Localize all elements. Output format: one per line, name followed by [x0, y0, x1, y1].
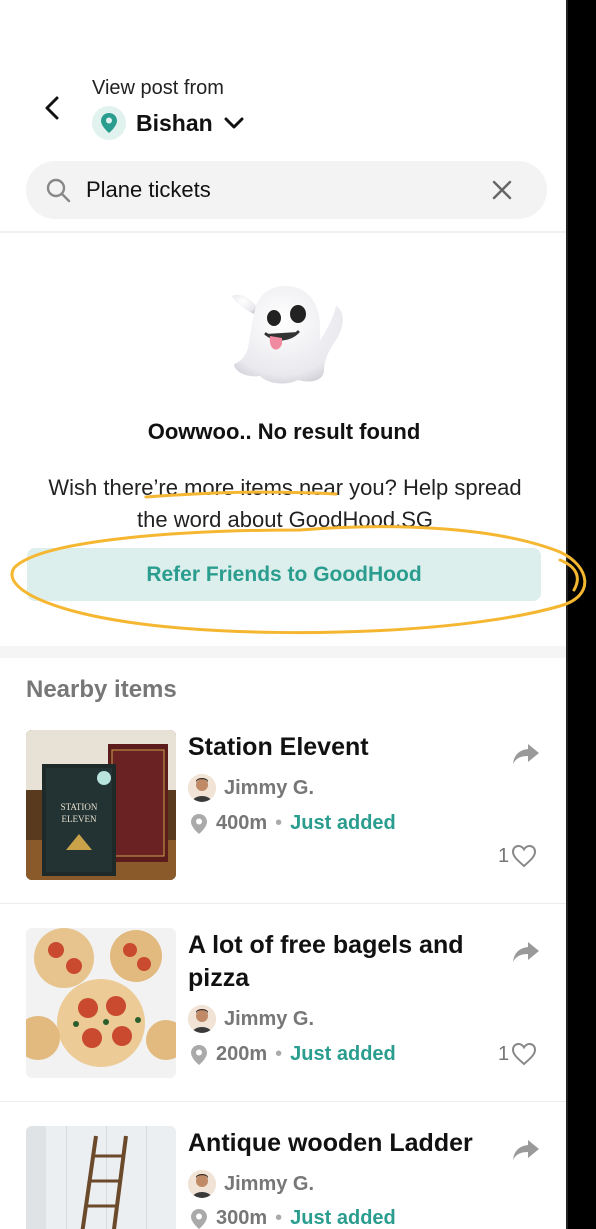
avatar	[188, 1005, 216, 1033]
location-pin-icon	[92, 106, 126, 140]
share-button[interactable]	[510, 938, 542, 966]
svg-text:STATION: STATION	[61, 802, 98, 812]
item-distance: 300m	[216, 1207, 268, 1229]
location-pin-icon	[191, 813, 207, 834]
share-button[interactable]	[510, 740, 542, 768]
like-count: 1	[498, 1042, 510, 1065]
search-icon	[44, 176, 72, 204]
item-status: Just added	[290, 1043, 396, 1065]
refer-friends-button[interactable]: Refer Friends to GoodHood	[27, 548, 541, 601]
meta-row: 400m • Just added	[190, 812, 396, 835]
meta-row: 200m • Just added	[190, 1043, 396, 1066]
empty-state-title: Oowwoo.. No result found	[147, 419, 421, 444]
section-divider	[0, 646, 566, 658]
location-pin-icon	[191, 1044, 207, 1065]
like-button[interactable]: 1	[498, 1042, 537, 1066]
avatar	[188, 774, 216, 802]
item-thumbnail: STATION ELEVEN	[26, 730, 176, 880]
item-divider	[0, 1101, 566, 1102]
search-bar	[26, 161, 547, 219]
share-icon	[513, 744, 539, 764]
location-selector[interactable]: Bishan	[92, 106, 245, 140]
back-arrow-icon	[45, 96, 59, 120]
user-name: Jimmy G.	[224, 1007, 315, 1030]
item-title: Station Elevent	[188, 733, 369, 761]
app-screen: View post from Bishan Plane tickets Ooww…	[0, 0, 568, 1229]
header: View post from Bishan	[0, 0, 566, 232]
heart-icon	[512, 844, 537, 868]
item-divider	[0, 903, 566, 904]
item-thumbnail	[26, 928, 176, 1078]
item-distance: 200m	[216, 1043, 268, 1065]
user-row: Jimmy G.	[188, 774, 314, 802]
like-button[interactable]: 1	[498, 844, 537, 868]
svg-text:ELEVEN: ELEVEN	[62, 814, 97, 824]
item-status: Just added	[290, 812, 396, 834]
item-thumbnail	[26, 1126, 176, 1229]
back-button[interactable]	[34, 88, 70, 128]
user-row: Jimmy G.	[188, 1005, 314, 1033]
separator-dot: •	[275, 812, 283, 834]
user-name: Jimmy G.	[224, 1172, 315, 1195]
separator-dot: •	[275, 1207, 283, 1229]
item-distance: 400m	[216, 812, 268, 834]
empty-state-description: Wish there’re more items near you? Help …	[48, 475, 522, 532]
like-count: 1	[498, 844, 510, 867]
meta-row: 300m • Just added	[190, 1207, 396, 1229]
avatar	[188, 1170, 216, 1198]
heart-icon	[512, 1042, 537, 1066]
header-divider	[0, 231, 566, 233]
item-title: A lot of free bagels and pizza	[188, 931, 464, 992]
separator-dot: •	[275, 1043, 283, 1065]
ghost-emoji-icon	[226, 280, 350, 390]
item-title: Antique wooden Ladder	[188, 1129, 473, 1157]
share-icon	[513, 942, 539, 962]
user-name: Jimmy G.	[224, 776, 315, 799]
location-name: Bishan	[136, 109, 213, 136]
view-post-label: View post from	[92, 77, 224, 99]
chevron-down-icon	[224, 117, 244, 129]
item-status: Just added	[290, 1207, 396, 1229]
search-input[interactable]	[86, 177, 487, 203]
share-button[interactable]	[510, 1136, 542, 1164]
location-pin-icon	[191, 1208, 207, 1229]
share-icon	[513, 1140, 539, 1160]
nearby-items-title: Nearby items	[26, 676, 177, 703]
close-icon	[492, 180, 512, 200]
user-row: Jimmy G.	[188, 1170, 314, 1198]
clear-search-button[interactable]	[487, 175, 517, 205]
